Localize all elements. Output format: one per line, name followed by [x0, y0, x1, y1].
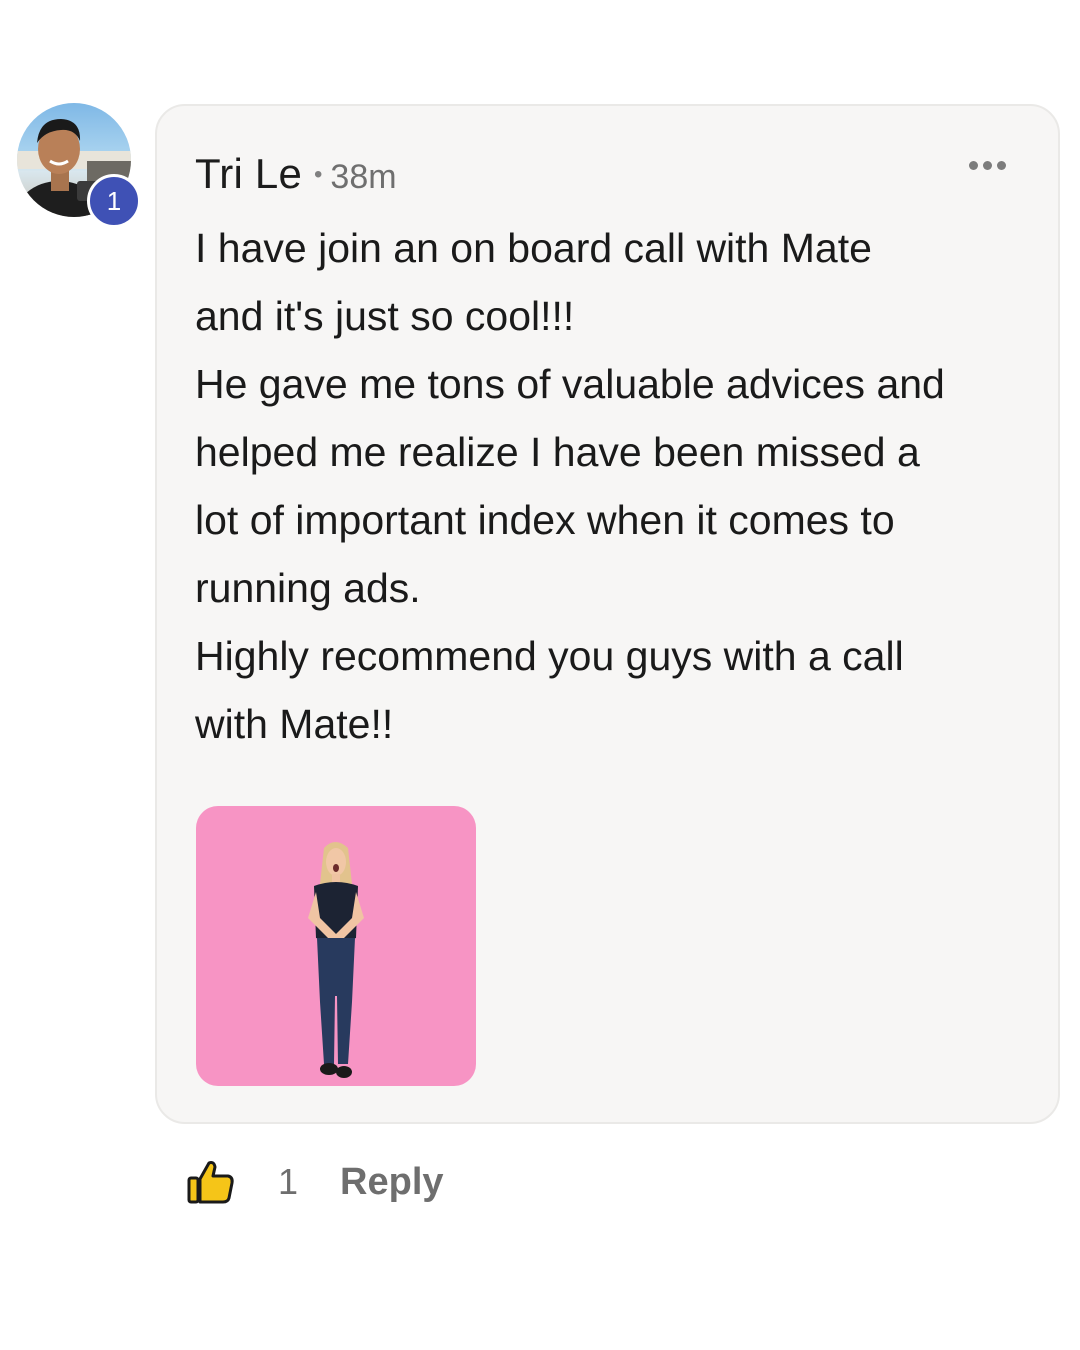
comment-line: running ads.	[195, 565, 421, 611]
comment-line: and it's just so cool!!!	[195, 293, 575, 339]
like-count: 1	[278, 1161, 299, 1202]
thumbs-up-icon	[187, 1161, 234, 1204]
comment-line: I have join an on board call with Mate	[195, 225, 872, 271]
like-button[interactable]	[186, 1157, 236, 1207]
separator-dot: •	[314, 161, 323, 188]
comment-line: helped me realize I have been missed a	[195, 429, 920, 475]
more-options-button[interactable]	[969, 161, 1006, 170]
comment-body: I have join an on board call with Mate a…	[195, 214, 1035, 758]
dancing-woman-gif-image	[308, 842, 364, 1078]
reply-button[interactable]: Reply	[340, 1161, 443, 1204]
comment-timestamp: 38m	[330, 158, 397, 196]
more-horizontal-icon	[983, 161, 992, 170]
more-horizontal-icon	[969, 161, 978, 170]
attached-gif[interactable]	[196, 806, 476, 1086]
more-horizontal-icon	[997, 161, 1006, 170]
comment-line: lot of important index when it comes to	[195, 497, 895, 543]
comment-line: He gave me tons of valuable advices and	[195, 361, 945, 407]
comment-bubble: Tri Le • 38m I have join an on board cal…	[155, 104, 1060, 1124]
comment-line: Highly recommend you guys with a call	[195, 633, 904, 679]
comment-header: Tri Le • 38m	[195, 150, 397, 198]
author-name[interactable]: Tri Le	[195, 150, 302, 198]
comment-line: with Mate!!	[195, 701, 394, 747]
level-badge: 1	[87, 174, 141, 228]
comment-actions: 1 Reply	[186, 1152, 444, 1212]
